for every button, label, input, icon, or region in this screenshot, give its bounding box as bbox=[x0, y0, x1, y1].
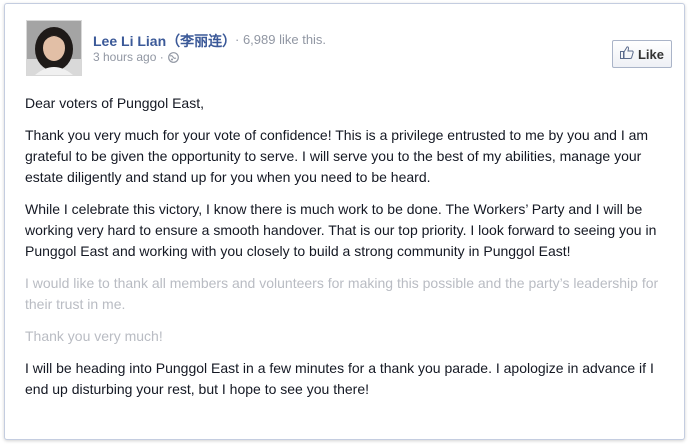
post-paragraph-greeting: Dear voters of Punggol East, bbox=[25, 95, 204, 111]
post-meta: 3 hours ago · bbox=[93, 50, 179, 64]
timestamp[interactable]: 3 hours ago · bbox=[93, 50, 164, 64]
like-count[interactable]: · 6,989 like this. bbox=[235, 32, 326, 47]
post-body: Dear voters of Punggol East, Thank you v… bbox=[25, 93, 675, 411]
post-paragraph-victory: While I celebrate this victory, I know t… bbox=[25, 201, 657, 259]
facebook-post-card: Lee Li Lian（李丽连） · 6,989 like this. 3 ho… bbox=[4, 3, 685, 440]
post-paragraph-thank-you: Thank you very much! bbox=[25, 328, 163, 344]
globe-icon[interactable] bbox=[167, 51, 179, 63]
like-button[interactable]: Like bbox=[612, 40, 672, 68]
post-paragraph-parade: I will be heading into Punggol East in a… bbox=[25, 360, 654, 397]
post-paragraph-thanks: Thank you very much for your vote of con… bbox=[25, 127, 649, 185]
avatar[interactable] bbox=[26, 20, 82, 76]
post-paragraph-volunteers: I would like to thank all members and vo… bbox=[25, 275, 659, 312]
thumbs-up-icon bbox=[619, 46, 634, 62]
like-button-label: Like bbox=[637, 46, 664, 62]
author-name-link[interactable]: Lee Li Lian（李丽连） bbox=[93, 31, 236, 51]
